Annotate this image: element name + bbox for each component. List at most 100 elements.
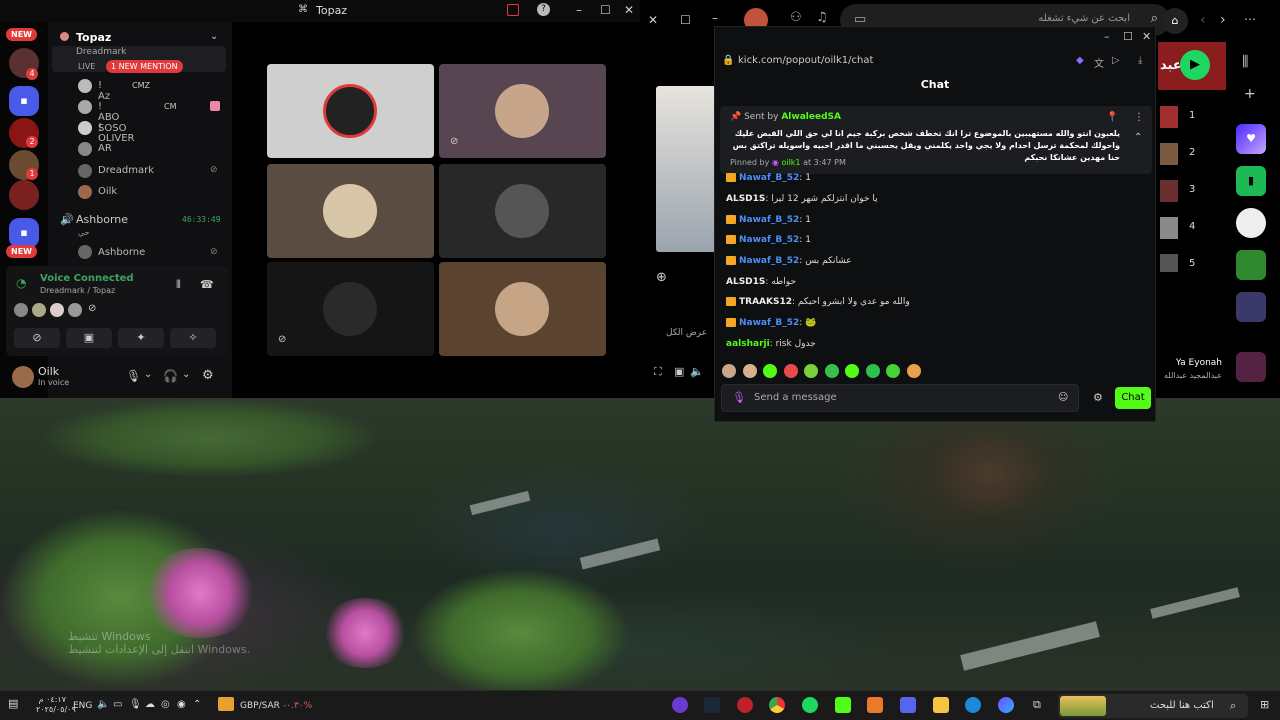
- chevron-down-icon[interactable]: ⌄: [210, 31, 218, 42]
- camera-toggle-button[interactable]: ⊘: [14, 328, 60, 348]
- avatar[interactable]: [78, 245, 92, 259]
- track-title[interactable]: Ya Eyonah: [1162, 358, 1222, 368]
- folder-icon[interactable]: ▪: [9, 218, 39, 248]
- maximize-icon[interactable]: ☐: [1123, 30, 1133, 43]
- artist-avatar[interactable]: [1236, 208, 1266, 238]
- emote[interactable]: [845, 364, 859, 378]
- emote[interactable]: [783, 364, 798, 378]
- close-icon[interactable]: ✕: [624, 3, 634, 17]
- video-tile[interactable]: [439, 262, 606, 356]
- avatar[interactable]: [14, 303, 28, 317]
- cloud-icon[interactable]: ☁: [145, 699, 155, 710]
- currency-pair[interactable]: GBP/SAR: [240, 701, 280, 711]
- queue-art[interactable]: [1160, 106, 1178, 128]
- chat-username[interactable]: ALSD1S: [726, 194, 765, 204]
- volume-icon[interactable]: 🔈: [97, 699, 109, 710]
- volume-icon[interactable]: 🔈: [690, 365, 704, 378]
- avatar[interactable]: [78, 79, 92, 93]
- chat-username[interactable]: Nawaf_B_52: [739, 256, 799, 266]
- member-name[interactable]: Dreadmark: [98, 165, 154, 176]
- chevron-up-icon[interactable]: ⌃: [1134, 132, 1142, 143]
- new-mention-pill[interactable]: 1 NEW MENTION: [106, 60, 183, 73]
- clock[interactable]: ٠٤:١٧ م ٢٠٢٥/٠٥/٠٩: [36, 695, 76, 715]
- back-arrow-icon[interactable]: ‹: [1200, 12, 1206, 28]
- server-icon[interactable]: [9, 180, 39, 210]
- queue-art[interactable]: [1160, 180, 1178, 202]
- windows-start-icon[interactable]: ⊞: [1260, 698, 1269, 711]
- queue-art[interactable]: [1160, 254, 1178, 272]
- emote[interactable]: [906, 364, 921, 378]
- home-icon[interactable]: ⌂: [1162, 8, 1188, 34]
- avatar[interactable]: [78, 100, 92, 114]
- copilot-icon[interactable]: [998, 697, 1014, 713]
- avatar[interactable]: [12, 366, 34, 388]
- library-icon[interactable]: ⫼: [1242, 54, 1248, 70]
- opera-icon[interactable]: [737, 697, 753, 713]
- edge-icon[interactable]: [965, 697, 981, 713]
- screen-share-button[interactable]: ▣: [66, 328, 112, 348]
- bookmark-icon[interactable]: ▮: [1236, 166, 1266, 196]
- avatar[interactable]: [32, 303, 46, 317]
- member-name[interactable]: ! Az: [98, 80, 110, 102]
- emote[interactable]: [865, 364, 880, 378]
- chevron-up-icon[interactable]: ⌃: [193, 699, 201, 710]
- avatar[interactable]: [68, 303, 82, 317]
- discord-tray-icon[interactable]: ◎: [161, 699, 170, 710]
- cast-icon[interactable]: ▷: [1112, 55, 1120, 66]
- folder-icon[interactable]: ▪: [9, 86, 39, 116]
- server-name[interactable]: Topaz: [76, 31, 111, 44]
- emoji-icon[interactable]: ☺: [1058, 392, 1068, 403]
- kick-icon[interactable]: [835, 697, 851, 713]
- playlist-cover[interactable]: [1236, 292, 1266, 322]
- send-chat-button[interactable]: Chat: [1115, 387, 1151, 409]
- gear-icon[interactable]: ⚙: [202, 368, 214, 383]
- emote[interactable]: [763, 364, 777, 378]
- chat-username[interactable]: aalsharji: [726, 339, 770, 349]
- noise-suppression-icon[interactable]: ⦀: [176, 278, 181, 292]
- video-tile[interactable]: [267, 64, 434, 158]
- emote[interactable]: [722, 364, 736, 378]
- chevron-down-icon[interactable]: ⌄: [144, 369, 152, 380]
- avatar[interactable]: [78, 185, 92, 199]
- stream-thumbnail[interactable]: [656, 86, 716, 252]
- more-options-icon[interactable]: ⋮: [1134, 112, 1144, 123]
- gear-icon[interactable]: ⚙: [1093, 391, 1103, 404]
- microphone-icon[interactable]: 🎙: [129, 699, 142, 710]
- spotify-icon[interactable]: [802, 697, 818, 713]
- plus-icon[interactable]: +: [1244, 86, 1256, 102]
- voice-location[interactable]: Dreadmark / Topaz: [40, 286, 115, 295]
- app-icon[interactable]: [867, 697, 883, 713]
- extension-icon[interactable]: ◆: [1076, 55, 1084, 66]
- friends-icon[interactable]: ⚇: [790, 10, 802, 25]
- file-explorer-icon[interactable]: [933, 697, 949, 713]
- maximize-icon[interactable]: ☐: [600, 3, 611, 17]
- member-name[interactable]: AR: [98, 143, 112, 154]
- pinned-sender-name[interactable]: AlwaleedSA: [781, 112, 841, 122]
- translate-icon[interactable]: 文: [1094, 55, 1104, 70]
- chat-username[interactable]: Nawaf_B_52: [739, 215, 799, 225]
- chrome-icon[interactable]: [769, 697, 785, 713]
- discord-icon[interactable]: [900, 697, 916, 713]
- language-indicator[interactable]: ENG: [73, 701, 92, 711]
- close-icon[interactable]: ✕: [1142, 30, 1151, 43]
- chevron-down-icon[interactable]: ⌄: [182, 369, 190, 380]
- member-name[interactable]: Ashborne: [98, 247, 145, 258]
- microphone-icon[interactable]: 🎙: [732, 391, 746, 404]
- emote[interactable]: [804, 364, 818, 378]
- minimize-icon[interactable]: –: [712, 11, 718, 25]
- chat-username[interactable]: TRAAKS12: [739, 297, 792, 307]
- voice-connected-label[interactable]: Voice Connected: [40, 273, 134, 284]
- avatar[interactable]: [78, 121, 92, 135]
- activities-button[interactable]: ✦: [118, 328, 164, 348]
- user-name[interactable]: Oilk: [38, 365, 59, 378]
- queue-art[interactable]: [1160, 143, 1178, 165]
- avatar[interactable]: [50, 303, 64, 317]
- voice-channel-name[interactable]: Ashborne: [76, 213, 128, 226]
- view-all-link[interactable]: عرض الكل: [666, 328, 707, 338]
- emote[interactable]: [886, 364, 900, 378]
- avatar[interactable]: [78, 164, 92, 178]
- chat-username[interactable]: Nawaf_B_52: [739, 173, 799, 183]
- avatar[interactable]: [78, 142, 92, 156]
- notifications-icon[interactable]: ▤: [8, 697, 18, 710]
- steam-icon[interactable]: [704, 697, 720, 713]
